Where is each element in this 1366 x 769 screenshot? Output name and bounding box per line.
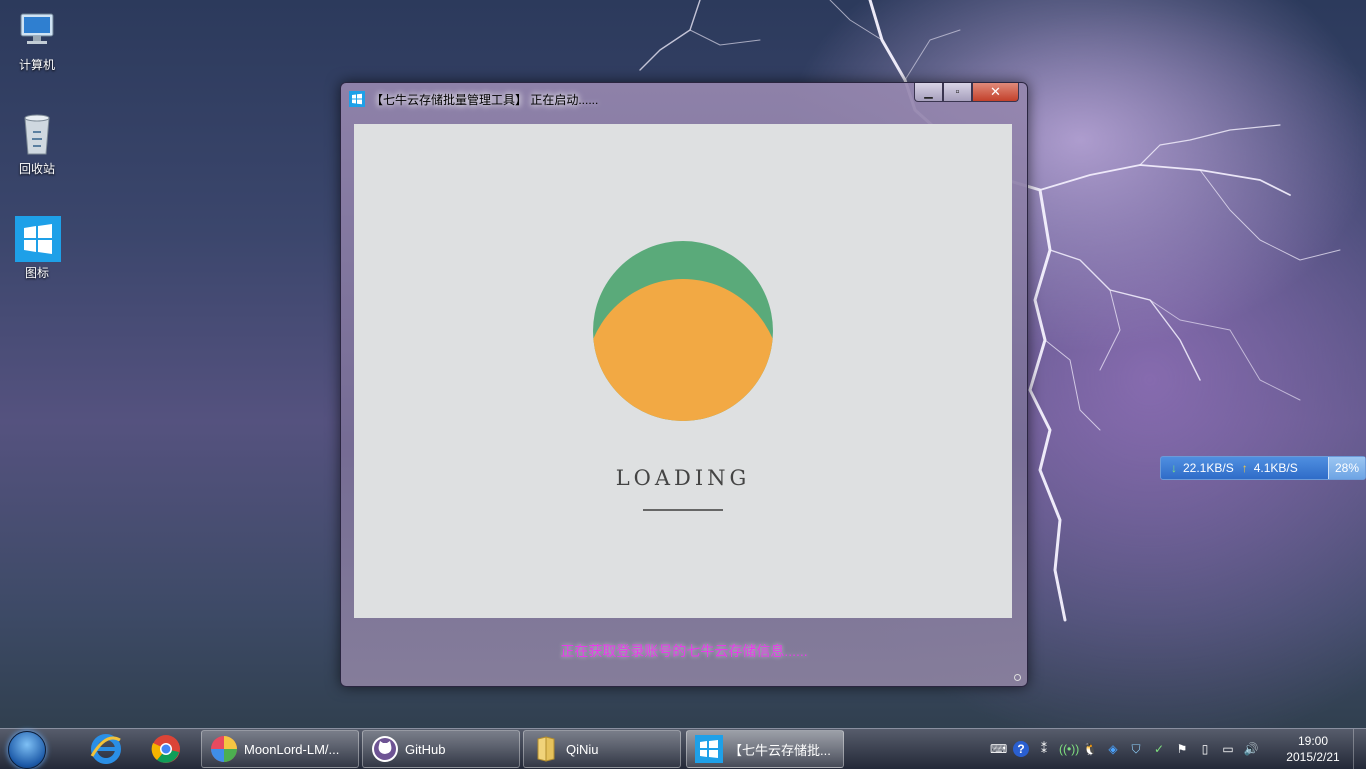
windows-orb-icon — [8, 731, 46, 769]
show-desktop-button[interactable] — [1353, 729, 1366, 769]
windows-logo-icon — [695, 735, 723, 763]
taskbar: MoonLord-LM/... GitHub QiNiu 【七牛云存储批... … — [0, 728, 1366, 769]
status-message: 正在获取登录账号的七牛云存储信息...... — [560, 643, 808, 659]
close-button[interactable]: ✕ — [972, 83, 1019, 102]
download-arrow-icon: ↓ — [1171, 461, 1177, 475]
taskbar-item-label: 【七牛云存储批... — [729, 742, 831, 758]
download-speed: 22.1KB/S — [1183, 461, 1234, 475]
internet-explorer-icon — [90, 734, 121, 764]
monitor-icon[interactable]: ▭ — [1220, 741, 1236, 757]
recycle-bin-icon — [15, 112, 59, 156]
desktop-icon-label: 回收站 — [18, 162, 55, 176]
loading-underline — [643, 509, 723, 511]
caption-buttons: ▁ ▫ ✕ — [914, 83, 1019, 103]
qq-icon[interactable]: 🐧 — [1082, 741, 1098, 757]
keyboard-icon[interactable]: ⌨ — [990, 741, 1007, 757]
taskbar-item-moonlord[interactable]: MoonLord-LM/... — [201, 730, 359, 768]
system-tray: ⌨ ? ⁑ ((•)) 🐧 ◈ ⛉ ✓ ⚑ ▯ ▭ 🔊 — [990, 729, 1259, 769]
window-title: 【七牛云存储批量管理工具】 正在启动...... — [371, 93, 599, 107]
taskbar-item-label: QiNiu — [566, 741, 599, 757]
network-icon[interactable]: ✓ — [1151, 741, 1167, 757]
windows-logo-icon — [15, 216, 61, 262]
computer-icon — [15, 8, 59, 52]
clock-time: 19:00 — [1297, 734, 1329, 748]
clock-date: 2015/2/21 — [1286, 750, 1340, 764]
desktop-icon-label: 图标 — [24, 266, 49, 280]
flag-icon[interactable]: ⚑ — [1174, 741, 1190, 757]
pinned-chrome[interactable] — [140, 731, 192, 767]
resize-grip[interactable] — [1014, 674, 1021, 681]
volume-icon[interactable]: 🔊 — [1243, 741, 1259, 757]
usage-percent: 28% — [1328, 457, 1365, 479]
tray-small-icon[interactable]: ⁑ — [1036, 741, 1052, 757]
help-icon[interactable]: ? — [1013, 741, 1029, 757]
desktop-icon-computer[interactable]: 计算机 — [6, 8, 68, 73]
github-icon — [371, 735, 399, 763]
minimize-button[interactable]: ▁ — [914, 83, 943, 102]
desktop-icon-shortcut[interactable]: 图标 — [6, 216, 68, 281]
pinned-internet-explorer[interactable] — [80, 731, 132, 767]
windows-logo-icon — [349, 91, 365, 107]
chrome-icon — [151, 735, 180, 763]
upload-speed: 4.1KB/S — [1253, 461, 1298, 475]
network-monitor-widget[interactable]: ↓ 22.1KB/S ↑ 4.1KB/S 28% — [1160, 456, 1366, 480]
loading-label: LOADING — [615, 466, 751, 490]
moonlord-icon — [210, 735, 238, 763]
loading-window: 【七牛云存储批量管理工具】 正在启动...... ▁ ▫ ✕ LOADING 正… — [340, 82, 1028, 687]
desktop-icon-recycle-bin[interactable]: 回收站 — [6, 112, 68, 177]
close-icon: ✕ — [990, 84, 1001, 99]
maximize-button[interactable]: ▫ — [943, 83, 972, 102]
upload-arrow-icon: ↑ — [1241, 461, 1248, 475]
wifi-icon[interactable]: ((•)) — [1059, 741, 1079, 757]
splash-panel: LOADING — [354, 124, 1012, 618]
taskbar-item-label: GitHub — [405, 741, 446, 757]
desktop-icon-label: 计算机 — [18, 58, 55, 72]
loading-ball-graphic — [593, 241, 773, 421]
device-icon[interactable]: ▯ — [1197, 741, 1213, 757]
folder-icon — [532, 735, 560, 763]
clock[interactable]: 19:00 2015/2/21 — [1278, 733, 1348, 765]
maximize-icon: ▫ — [955, 86, 960, 98]
taskbar-item-qiniu-tool[interactable]: 【七牛云存储批... — [686, 730, 844, 768]
start-button[interactable] — [4, 730, 50, 769]
taskbar-item-github[interactable]: GitHub — [362, 730, 520, 768]
shield-icon[interactable]: ⛉ — [1128, 741, 1144, 757]
taskbar-item-label: MoonLord-LM/... — [244, 741, 340, 757]
loading-ball-fill — [593, 279, 773, 421]
security-shield-icon[interactable]: ◈ — [1105, 741, 1121, 757]
taskbar-item-qiniu[interactable]: QiNiu — [523, 730, 681, 768]
minimize-icon: ▁ — [924, 86, 933, 99]
